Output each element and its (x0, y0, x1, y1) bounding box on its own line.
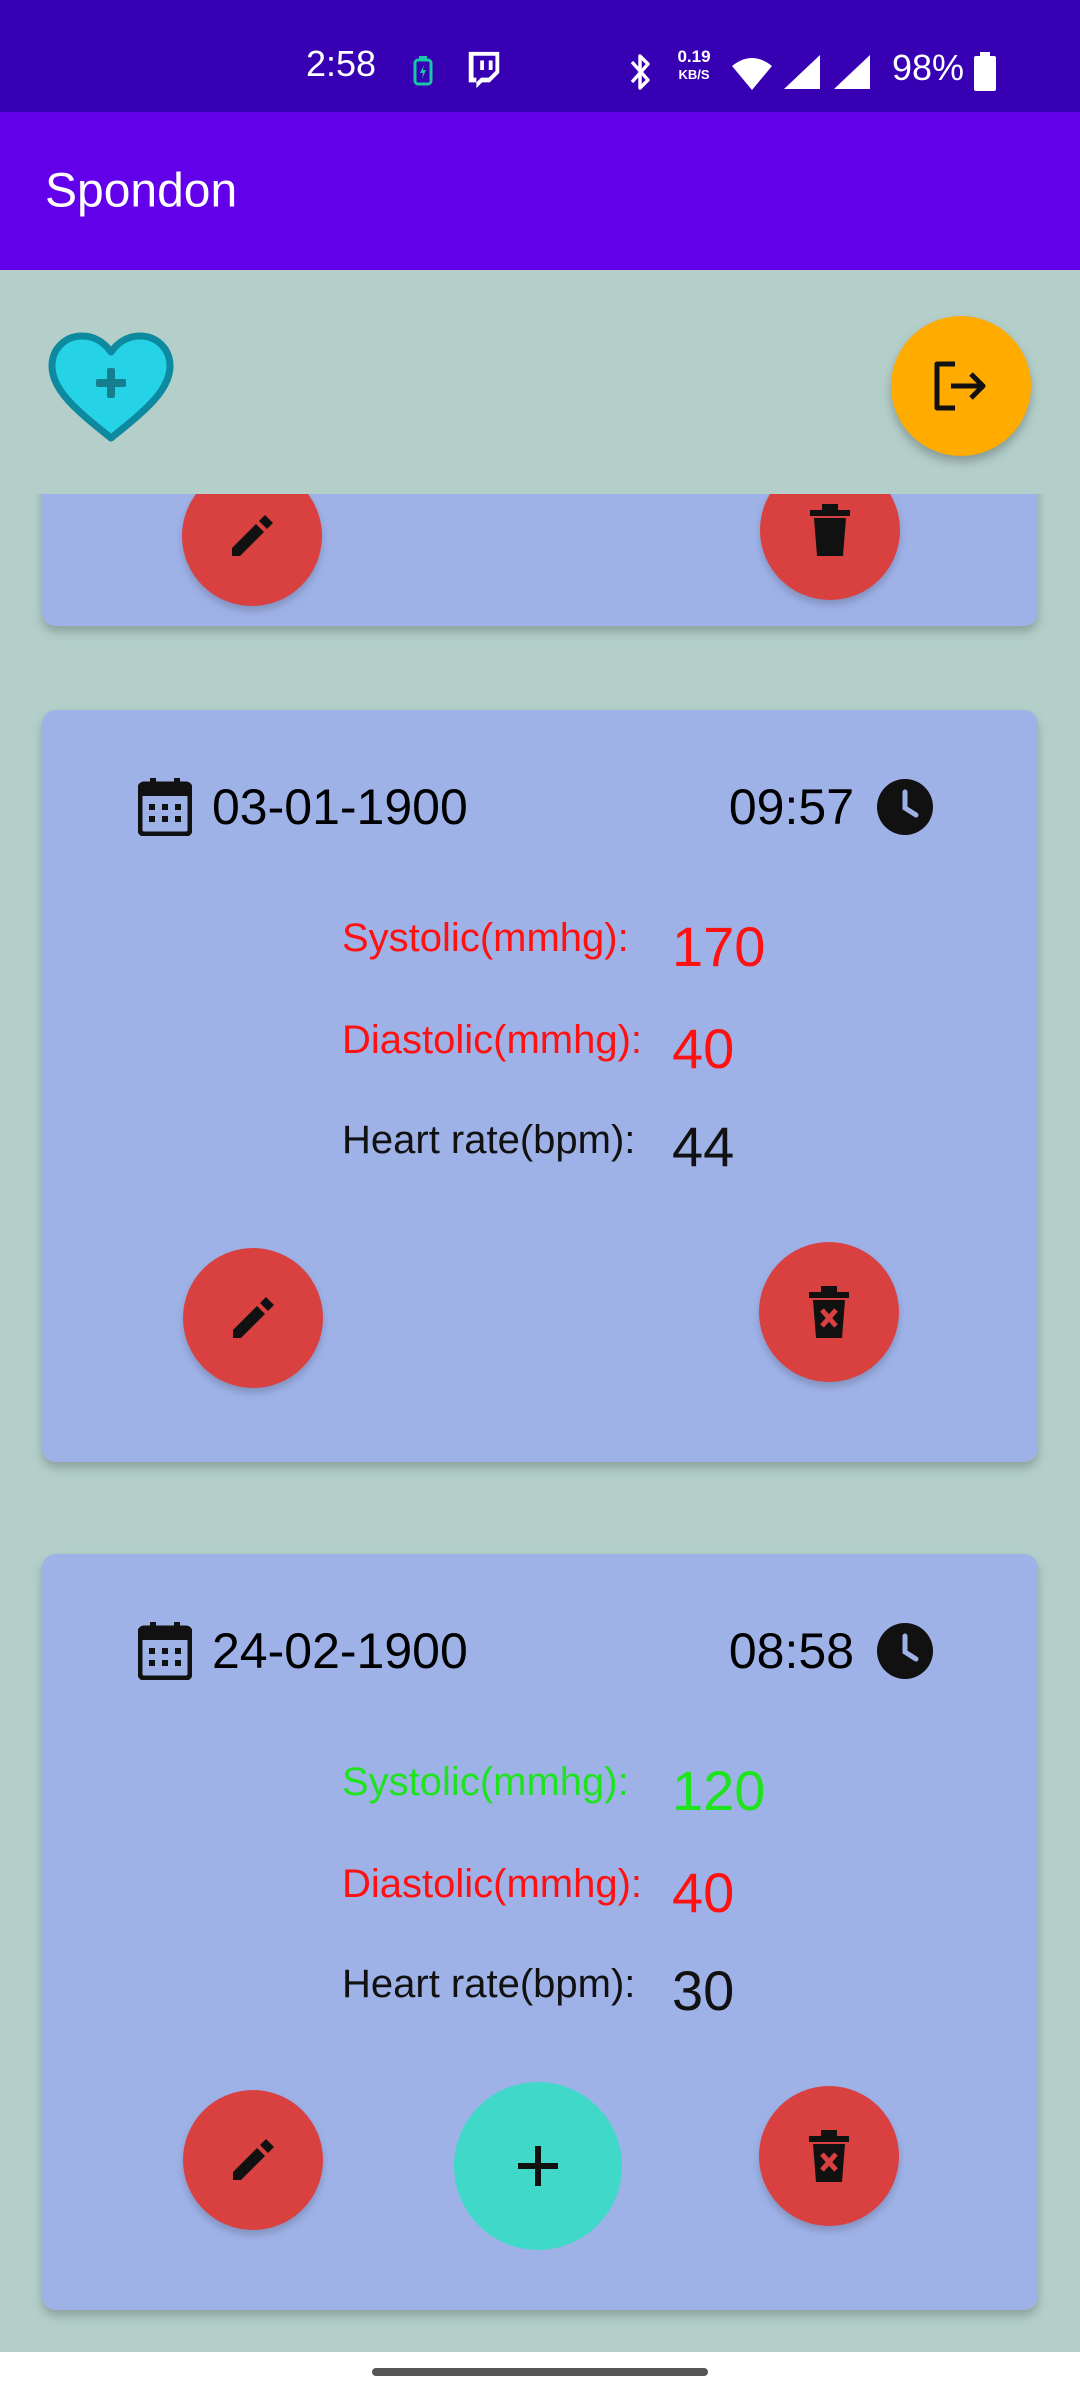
heart-rate-value: 44 (672, 1115, 735, 1178)
add-reading-heart-button[interactable] (46, 330, 176, 446)
records-list[interactable]: 03-01-1900 09:57 Systolic(mmhg): 170 Dia… (0, 494, 1080, 2352)
record-date: 03-01-1900 (138, 778, 468, 836)
edit-button[interactable] (183, 2090, 323, 2230)
battery-icon (974, 52, 996, 91)
time-value: 09:57 (728, 779, 854, 835)
delete-icon (809, 2130, 849, 2182)
diastolic-label: Diastolic(mmhg): (342, 1018, 643, 1062)
battery-saver-icon (413, 56, 433, 86)
wifi-icon (732, 58, 772, 90)
systolic-value: 120 (672, 1759, 766, 1822)
delete-icon (810, 504, 850, 556)
network-speed: 0.19 KB/S (672, 48, 716, 84)
status-time: 2:58 (306, 43, 377, 84)
systolic-label: Systolic(mmhg): (342, 916, 629, 960)
calendar-icon (138, 1622, 192, 1680)
network-speed-value: 0.19 (677, 47, 711, 66)
gesture-handle[interactable] (372, 2368, 708, 2376)
record-time: 08:58 (729, 1622, 934, 1680)
diastolic-label: Diastolic(mmhg): (342, 1862, 643, 1906)
pencil-icon (233, 2139, 274, 2180)
add-reading-button[interactable] (454, 2082, 622, 2250)
battery-percent: 98% (892, 47, 965, 88)
heart-add-icon (48, 332, 174, 442)
delete-icon (809, 1286, 849, 1338)
date-value: 03-01-1900 (212, 779, 468, 835)
clock-icon (877, 779, 933, 835)
record-time: 09:57 (729, 778, 934, 836)
edit-button[interactable] (183, 1248, 323, 1388)
record-date: 24-02-1900 (138, 1622, 468, 1680)
delete-button[interactable] (759, 2086, 899, 2226)
app-title: Spondon (45, 164, 238, 218)
calendar-icon (138, 778, 192, 836)
delete-button[interactable] (760, 494, 900, 600)
navigation-bar (0, 2352, 1080, 2400)
heart-rate-label: Heart rate(bpm): (342, 1962, 636, 2006)
clock-icon (877, 1623, 933, 1679)
heart-rate-label: Heart rate(bpm): (342, 1118, 636, 1162)
time-value: 08:58 (728, 1623, 854, 1679)
heart-rate-value: 30 (672, 1959, 735, 2022)
status-bar: 2:58 0.19 KB/S 98% (0, 0, 1080, 112)
cellular-signal-2-icon (834, 55, 870, 89)
bluetooth-icon (630, 54, 650, 90)
systolic-value: 170 (672, 915, 766, 978)
pencil-icon (233, 1297, 274, 1338)
logout-icon (934, 361, 986, 411)
pencil-icon (232, 515, 273, 556)
edit-button[interactable] (182, 494, 322, 606)
record-card: 24-02-1900 08:58 Systolic(mmhg): 120 Dia… (42, 1554, 1038, 2310)
systolic-label: Systolic(mmhg): (342, 1760, 629, 1804)
delete-button[interactable] (759, 1242, 899, 1382)
twitch-icon (468, 51, 500, 89)
record-card: 03-01-1900 09:57 Systolic(mmhg): 170 Dia… (42, 710, 1038, 1462)
date-value: 24-02-1900 (212, 1623, 468, 1679)
plus-icon (518, 2146, 558, 2186)
diastolic-value: 40 (672, 1017, 735, 1080)
network-speed-unit: KB/S (678, 67, 710, 82)
diastolic-value: 40 (672, 1861, 735, 1924)
logout-button[interactable] (891, 316, 1031, 456)
app-bar: Spondon (0, 112, 1080, 270)
cellular-signal-icon (784, 55, 820, 89)
record-card-partial (42, 494, 1038, 626)
